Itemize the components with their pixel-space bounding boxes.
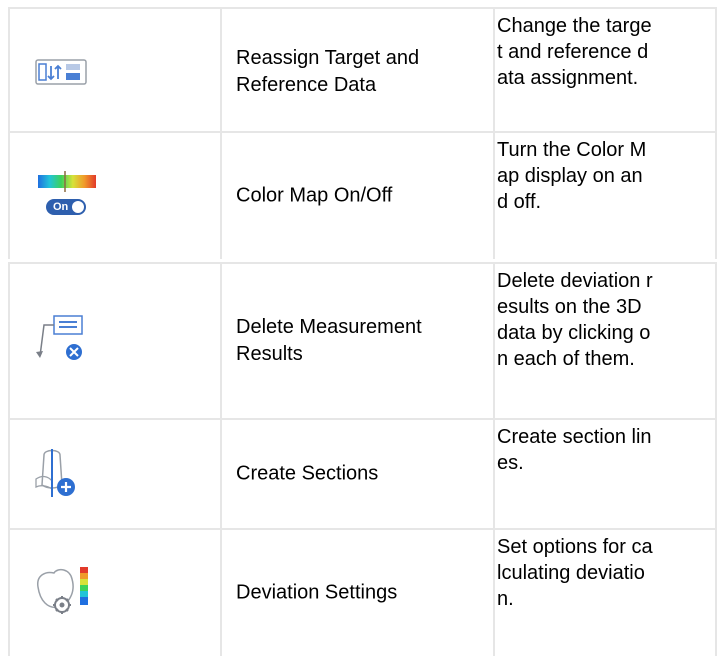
table-row: On Color Map On/Off Turn the Color M ap … bbox=[8, 131, 717, 259]
description-line: Change the targe bbox=[497, 15, 652, 37]
features-table: Reassign Target and Reference Data Chang… bbox=[0, 0, 717, 656]
description-line: data by clicking o bbox=[497, 322, 651, 344]
name-cell: Color Map On/Off bbox=[222, 133, 495, 259]
feature-description: Change the targe t and reference d ata a… bbox=[495, 9, 715, 91]
icon-cell bbox=[8, 530, 222, 656]
feature-name: Reassign Target and Reference Data bbox=[236, 47, 420, 96]
table-row: Reassign Target and Reference Data Chang… bbox=[8, 7, 717, 135]
description-line: ata assignment. bbox=[497, 67, 639, 89]
description-cell: Set options for ca lculating deviatio n. bbox=[495, 530, 717, 656]
description-cell: Change the targe t and reference d ata a… bbox=[495, 9, 717, 135]
description-line: Set options for ca bbox=[497, 536, 653, 558]
toggle-label: On bbox=[53, 201, 69, 213]
description-line: es. bbox=[497, 452, 524, 474]
feature-description: Turn the Color M ap display on an d off. bbox=[495, 133, 715, 215]
name-cell: Reassign Target and Reference Data bbox=[222, 9, 495, 135]
create-sections-icon bbox=[35, 449, 75, 497]
feature-name: Create Sections bbox=[236, 462, 379, 485]
feature-description: Set options for ca lculating deviatio n. bbox=[495, 530, 715, 612]
feature-description: Delete deviation r esults on the 3D data… bbox=[495, 264, 715, 372]
table-row: Create Sections Create section lin es. bbox=[8, 418, 717, 528]
description-line: ap display on an bbox=[497, 165, 643, 187]
name-cell: Deviation Settings bbox=[222, 530, 495, 656]
deviation-settings-icon bbox=[37, 567, 88, 614]
description-line: Delete deviation r bbox=[497, 270, 653, 292]
reassign-data-icon bbox=[35, 59, 87, 85]
table-row: Deviation Settings Set options for ca lc… bbox=[8, 528, 717, 656]
description-line: Turn the Color M bbox=[497, 139, 647, 161]
description-line: n. bbox=[497, 588, 514, 610]
feature-name: Deviation Settings bbox=[236, 581, 398, 604]
description-line: t and reference d bbox=[497, 41, 649, 63]
description-cell: Create section lin es. bbox=[495, 420, 717, 528]
feature-name: Delete Measurement Results bbox=[236, 316, 422, 365]
description-cell: Delete deviation r esults on the 3D data… bbox=[495, 264, 717, 418]
description-line: lculating deviatio bbox=[497, 562, 645, 584]
table-row: Delete Measurement Results Delete deviat… bbox=[8, 262, 717, 418]
description-line: esults on the 3D bbox=[497, 296, 642, 318]
icon-cell bbox=[8, 420, 222, 528]
delete-results-icon bbox=[36, 315, 83, 360]
name-cell: Create Sections bbox=[222, 420, 495, 528]
icon-cell bbox=[8, 264, 222, 418]
color-map-toggle-icon bbox=[38, 171, 96, 215]
feature-name: Color Map On/Off bbox=[236, 184, 393, 207]
description-line: d off. bbox=[497, 191, 542, 213]
description-line: Create section lin bbox=[497, 426, 652, 448]
icon-cell bbox=[8, 9, 222, 135]
description-line: n each of them. bbox=[497, 348, 635, 370]
icon-cell: On bbox=[8, 133, 222, 259]
description-cell: Turn the Color M ap display on an d off. bbox=[495, 133, 717, 259]
name-cell: Delete Measurement Results bbox=[222, 264, 495, 418]
feature-description: Create section lin es. bbox=[495, 420, 715, 476]
